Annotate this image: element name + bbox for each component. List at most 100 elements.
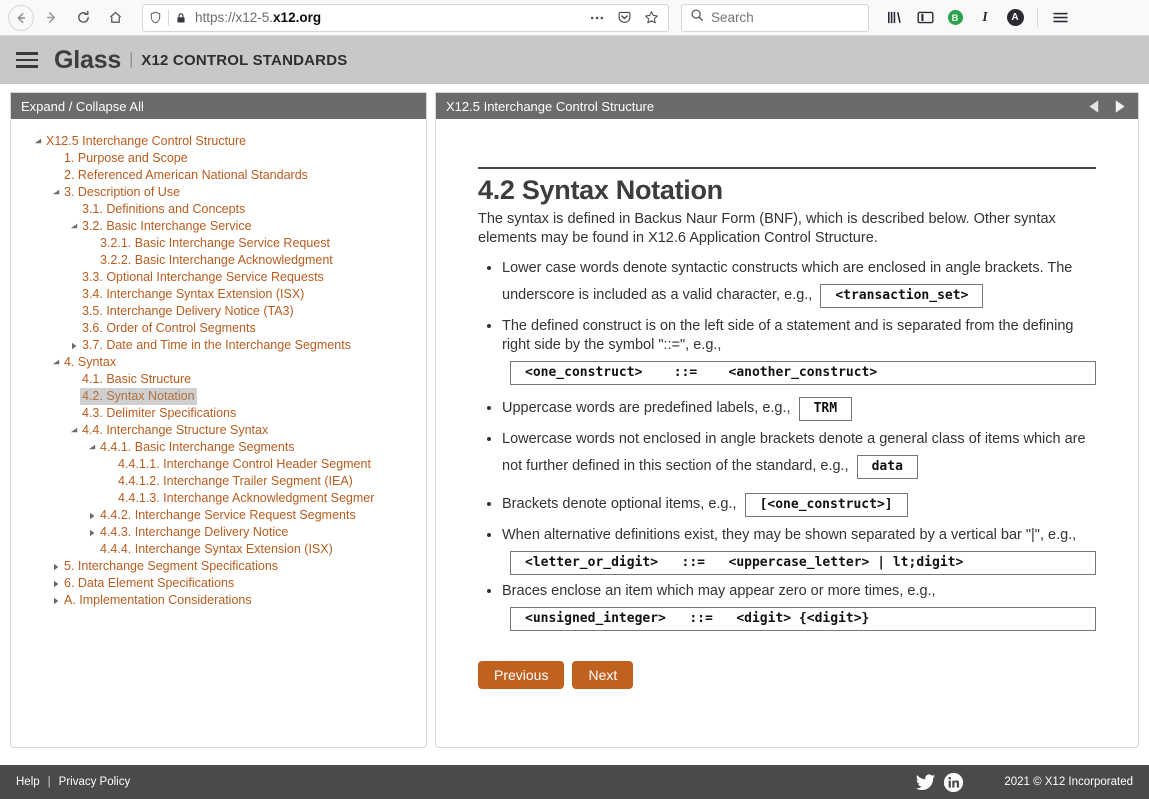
toc-item[interactable]: 3.6. Order of Control Segments <box>17 320 420 337</box>
toc-item[interactable]: X12.5 Interchange Control Structure <box>17 133 420 150</box>
footer-links: Help | Privacy Policy <box>16 776 130 788</box>
toc-item[interactable]: 4.4.1.3. Interchange Acknowledgment Segm… <box>17 490 420 507</box>
triangle-right-icon[interactable] <box>1111 98 1128 115</box>
toc-item[interactable]: 3.2.1. Basic Interchange Service Request <box>17 235 420 252</box>
chevron-right-icon[interactable] <box>85 529 98 537</box>
syntax-code-sample: <unsigned_integer> ::= <digit> {<digit>} <box>510 607 1096 631</box>
toc-item[interactable]: 4.4.3. Interchange Delivery Notice <box>17 524 420 541</box>
chevron-right-icon[interactable] <box>49 580 62 588</box>
search-input[interactable]: Search <box>681 3 869 32</box>
star-icon[interactable] <box>641 10 662 25</box>
chevron-down-icon[interactable] <box>49 359 62 367</box>
syntax-code-sample: <one_construct> ::= <another_construct> <box>510 361 1096 385</box>
toc-item[interactable]: 4.4.1. Basic Interchange Segments <box>17 439 420 456</box>
toc-item-label: 3.2. Basic Interchange Service <box>82 219 252 233</box>
help-link[interactable]: Help <box>16 776 40 788</box>
chevron-right-icon[interactable] <box>85 512 98 520</box>
toc-item[interactable]: 4.2. Syntax Notation <box>17 388 420 405</box>
toc-item-label: 4. Syntax <box>64 355 117 369</box>
toc-item[interactable]: 4.4.1.2. Interchange Trailer Segment (IE… <box>17 473 420 490</box>
linkedin-icon[interactable] <box>943 772 964 793</box>
italic-icon[interactable]: I <box>971 4 999 32</box>
toc-item[interactable]: 3.2. Basic Interchange Service <box>17 218 420 235</box>
social-links <box>915 772 964 793</box>
toc-item-label: 3.1. Definitions and Concepts <box>82 202 246 216</box>
library-icon[interactable] <box>881 4 909 32</box>
site-footer: Help | Privacy Policy 2021 © X12 Incorpo… <box>0 765 1149 799</box>
content-panel: X12.5 Interchange Control Structure 4.2 … <box>435 92 1139 748</box>
toc-item[interactable]: 4.4. Interchange Structure Syntax <box>17 422 420 439</box>
home-icon[interactable] <box>100 3 130 33</box>
pagination-buttons: Previous Next <box>478 661 1096 689</box>
previous-button[interactable]: Previous <box>478 661 565 689</box>
toc-item[interactable]: 6. Data Element Specifications <box>17 575 420 592</box>
account-icon[interactable]: A <box>1001 4 1029 32</box>
chevron-down-icon[interactable] <box>85 444 98 452</box>
extension-badge-icon[interactable]: B <box>941 4 969 32</box>
ellipsis-icon[interactable] <box>586 10 608 26</box>
brand-logo[interactable]: Glass <box>54 46 121 75</box>
footer-separator: | <box>47 776 51 788</box>
toc-item[interactable]: 5. Interchange Segment Specifications <box>17 558 420 575</box>
privacy-policy-link[interactable]: Privacy Policy <box>59 776 131 788</box>
toc-item[interactable]: 1. Purpose and Scope <box>17 150 420 167</box>
expand-collapse-all-header[interactable]: Expand / Collapse All <box>11 93 426 119</box>
toc-item-label: 4.1. Basic Structure <box>82 372 192 386</box>
toc-item[interactable]: 4.4.1.1. Interchange Control Header Segm… <box>17 456 420 473</box>
syntax-code-sample: TRM <box>798 397 853 421</box>
toc-item-label: 4.4.1.2. Interchange Trailer Segment (IE… <box>118 474 353 488</box>
lock-icon[interactable] <box>175 12 187 24</box>
next-button[interactable]: Next <box>572 661 634 689</box>
reload-icon[interactable] <box>68 3 98 33</box>
toc-item[interactable]: 3.3. Optional Interchange Service Reques… <box>17 269 420 286</box>
chevron-down-icon[interactable] <box>31 138 44 146</box>
hamburger-menu-icon[interactable] <box>1046 4 1074 32</box>
triangle-left-icon[interactable] <box>1086 98 1103 115</box>
toc-item[interactable]: 3.7. Date and Time in the Interchange Se… <box>17 337 420 354</box>
content-panel-title: X12.5 Interchange Control Structure <box>446 98 655 114</box>
chevron-right-icon[interactable] <box>49 563 62 571</box>
sidebars-icon[interactable] <box>911 4 939 32</box>
toc-item[interactable]: 4.4.2. Interchange Service Request Segme… <box>17 507 420 524</box>
address-bar[interactable]: https://x12-5.x12.org <box>142 3 669 32</box>
forward-arrow-icon[interactable] <box>36 3 66 33</box>
toc-item[interactable]: 3.2.2. Basic Interchange Acknowledgment <box>17 252 420 269</box>
toc-item[interactable]: 4.4.4. Interchange Syntax Extension (ISX… <box>17 541 420 558</box>
toc-item-label: 3.7. Date and Time in the Interchange Se… <box>82 338 351 352</box>
toc-item[interactable]: 4. Syntax <box>17 354 420 371</box>
chevron-down-icon[interactable] <box>67 223 80 231</box>
chevron-down-icon[interactable] <box>67 427 80 435</box>
shield-icon[interactable] <box>149 11 162 24</box>
brand-divider: | <box>129 51 134 68</box>
toc-item[interactable]: 3.4. Interchange Syntax Extension (ISX) <box>17 286 420 303</box>
site-menu-icon[interactable] <box>12 48 42 72</box>
toc-item[interactable]: A. Implementation Considerations <box>17 592 420 609</box>
toc-item[interactable]: 2. Referenced American National Standard… <box>17 167 420 184</box>
toc-tree[interactable]: X12.5 Interchange Control Structure 1. Pu… <box>11 119 426 747</box>
pocket-icon[interactable] <box>614 10 635 25</box>
toc-item-label: 4.4.3. Interchange Delivery Notice <box>100 525 289 539</box>
syntax-code-sample: data <box>856 455 918 479</box>
syntax-code-sample: <transaction_set> <box>820 284 984 308</box>
toc-item-label: 3.5. Interchange Delivery Notice (TA3) <box>82 304 294 318</box>
toc-item[interactable]: 4.3. Delimiter Specifications <box>17 405 420 422</box>
chevron-right-icon[interactable] <box>49 597 62 605</box>
toc-item[interactable]: 3.5. Interchange Delivery Notice (TA3) <box>17 303 420 320</box>
chevron-right-icon[interactable] <box>67 342 80 350</box>
syntax-rules-list: Lower case words denote syntactic constr… <box>478 258 1096 631</box>
content-panel-header: X12.5 Interchange Control Structure <box>436 93 1138 119</box>
twitter-icon[interactable] <box>915 772 936 793</box>
back-arrow-icon[interactable] <box>8 4 34 31</box>
toc-item[interactable]: 3. Description of Use <box>17 184 420 201</box>
url-text[interactable]: https://x12-5.x12.org <box>193 10 580 25</box>
chevron-down-icon[interactable] <box>49 189 62 197</box>
site-header: Glass | X12 CONTROL STANDARDS <box>0 36 1149 84</box>
toc-item-label: 3.2.2. Basic Interchange Acknowledgment <box>100 253 333 267</box>
toc-item[interactable]: 3.1. Definitions and Concepts <box>17 201 420 218</box>
toc-item[interactable]: 4.1. Basic Structure <box>17 371 420 388</box>
toc-item-label: A. Implementation Considerations <box>64 593 252 607</box>
expand-collapse-all-label: Expand / Collapse All <box>21 98 144 114</box>
toc-item-label: 4.4. Interchange Structure Syntax <box>82 423 269 437</box>
document-intro: The syntax is defined in Backus Naur For… <box>478 211 1056 246</box>
syntax-rule-text: Uppercase words are predefined labels, e… <box>502 400 791 416</box>
